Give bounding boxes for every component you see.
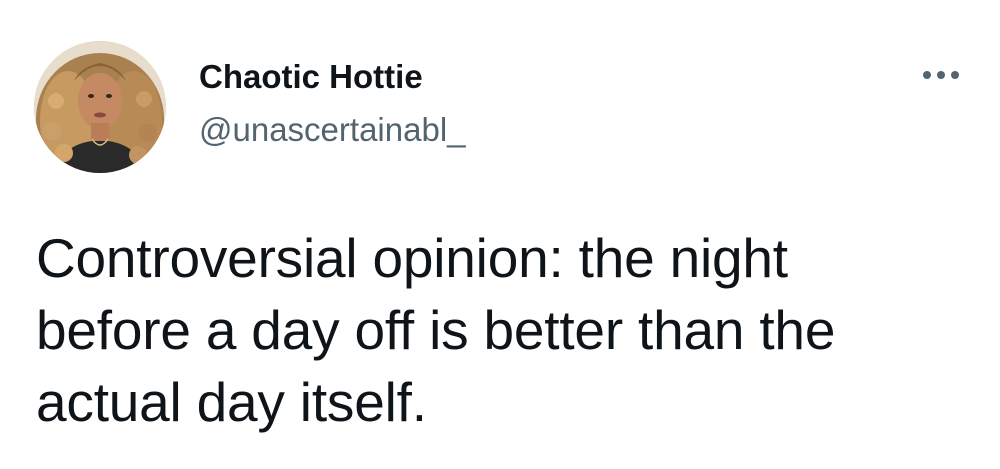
tweet-text: Controversial opinion: the night before … xyxy=(36,227,836,433)
avatar-image xyxy=(34,41,166,173)
more-horizontal-icon xyxy=(921,69,961,81)
avatar[interactable] xyxy=(34,41,166,173)
author-display-name[interactable]: Chaotic Hottie xyxy=(199,57,423,97)
more-options-button[interactable] xyxy=(916,60,966,90)
author-handle[interactable]: @unascertainabl_ xyxy=(199,110,466,150)
tweet-card: Chaotic Hottie @unascertainabl_ Controve… xyxy=(0,0,1000,469)
